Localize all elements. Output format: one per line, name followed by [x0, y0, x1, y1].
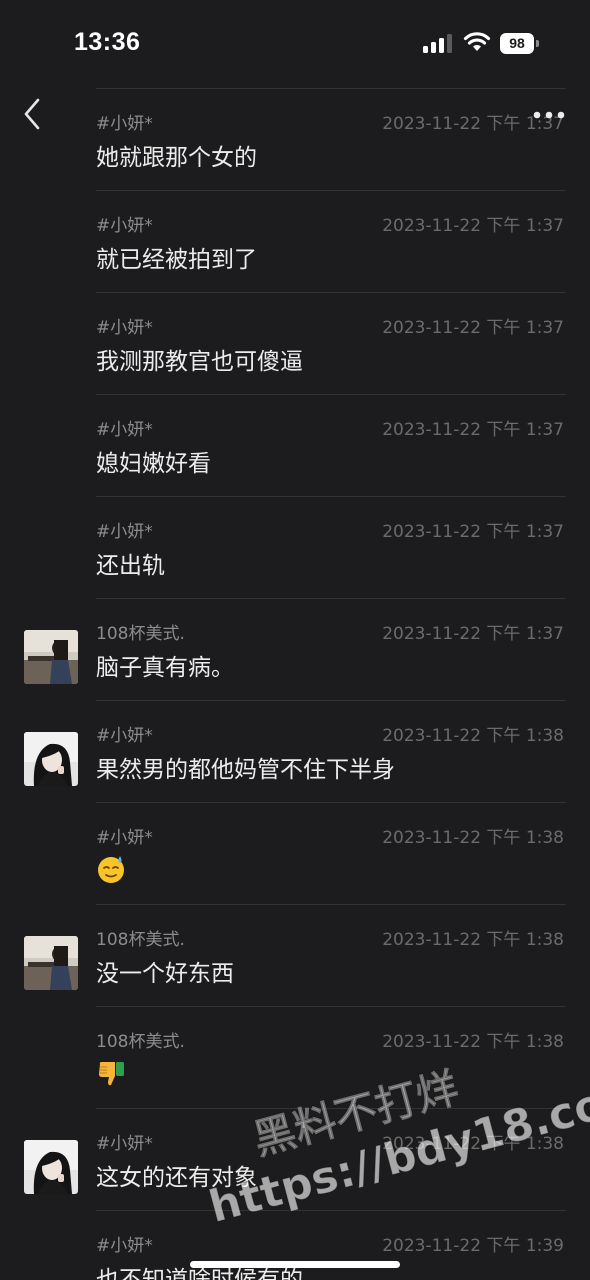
message-row[interactable]: 108杯美式. 2023-11-22 下午 1:37 脑子真有病。	[0, 598, 590, 700]
sender-name: #小妍*	[96, 828, 153, 848]
message-timestamp: 2023-11-22 下午 1:37	[382, 216, 564, 236]
sender-name: #小妍*	[96, 1134, 153, 1154]
message-row[interactable]: #小妍* 2023-11-22 下午 1:38 这女的还有对象	[0, 1108, 590, 1210]
message-divider	[96, 292, 566, 293]
message-timestamp: 2023-11-22 下午 1:37	[382, 624, 564, 644]
sender-name: 108杯美式.	[96, 624, 185, 644]
message-timestamp: 2023-11-22 下午 1:39	[382, 1236, 564, 1256]
message-text: 她就跟那个女的	[96, 145, 257, 171]
message-row[interactable]: #小妍* 2023-11-22 下午 1:37 就已经被拍到了	[0, 190, 590, 292]
message-divider	[96, 802, 566, 803]
message-text: 脑子真有病。	[96, 655, 234, 681]
wifi-icon	[463, 32, 491, 51]
battery-tip	[536, 40, 539, 47]
message-row[interactable]: #小妍* 2023-11-22 下午 1:37 她就跟那个女的	[0, 88, 590, 190]
status-bar: 13:36 98	[0, 0, 590, 88]
message-row[interactable]: #小妍* 2023-11-22 下午 1:39 也不知道啥时候有的	[0, 1210, 590, 1280]
sender-name: #小妍*	[96, 726, 153, 746]
battery-indicator: 98	[500, 33, 540, 54]
battery-level: 98	[509, 35, 525, 51]
message-divider	[96, 496, 566, 497]
message-timestamp: 2023-11-22 下午 1:38	[382, 930, 564, 950]
message-timestamp: 2023-11-22 下午 1:38	[382, 726, 564, 746]
message-timestamp: 2023-11-22 下午 1:38	[382, 828, 564, 848]
chat-history-screen: 13:36 98 #小妍* 2023-11-22 下午 1:37 她就跟那个女的 #小…	[0, 0, 590, 1280]
avatar[interactable]	[24, 936, 78, 990]
message-divider	[96, 598, 566, 599]
sender-name: #小妍*	[96, 216, 153, 236]
message-timestamp: 2023-11-22 下午 1:37	[382, 522, 564, 542]
sender-name: #小妍*	[96, 522, 153, 542]
message-row[interactable]: #小妍* 2023-11-22 下午 1:38 果然男的都他妈管不住下半身	[0, 700, 590, 802]
message-divider	[96, 88, 566, 89]
message-divider	[96, 1210, 566, 1211]
sender-name: 108杯美式.	[96, 1032, 185, 1052]
message-text: 没一个好东西	[96, 961, 234, 987]
cellular-signal-icon	[423, 34, 452, 53]
message-divider	[96, 904, 566, 905]
ellipsis-icon[interactable]	[532, 108, 566, 122]
message-timestamp: 2023-11-22 下午 1:37	[382, 318, 564, 338]
message-row[interactable]: #小妍* 2023-11-22 下午 1:37 还出轨	[0, 496, 590, 598]
message-text: 就已经被拍到了	[96, 247, 257, 273]
message-row[interactable]: #小妍* 2023-11-22 下午 1:37 我测那教官也可傻逼	[0, 292, 590, 394]
message-divider	[96, 1108, 566, 1109]
message-timestamp: 2023-11-22 下午 1:38	[382, 1134, 564, 1154]
message-text: 我测那教官也可傻逼	[96, 349, 303, 375]
message-text: 媳妇嫩好看	[96, 451, 211, 477]
message-row[interactable]: 108杯美式. 2023-11-22 下午 1:38	[0, 1006, 590, 1108]
sender-name: #小妍*	[96, 114, 153, 134]
avatar[interactable]	[24, 630, 78, 684]
chevron-left-icon[interactable]	[18, 96, 48, 132]
message-timestamp: 2023-11-22 下午 1:38	[382, 1032, 564, 1052]
sender-name: #小妍*	[96, 1236, 153, 1256]
thumbs-down-icon	[96, 1058, 126, 1088]
message-list[interactable]: #小妍* 2023-11-22 下午 1:37 她就跟那个女的 #小妍* 2023-11…	[0, 88, 590, 1280]
sweat-smile-icon	[96, 854, 126, 884]
home-indicator[interactable]	[190, 1261, 400, 1268]
message-row[interactable]: #小妍* 2023-11-22 下午 1:37 媳妇嫩好看	[0, 394, 590, 496]
status-time: 13:36	[74, 28, 141, 56]
message-text: 还出轨	[96, 553, 165, 579]
avatar[interactable]	[24, 732, 78, 786]
message-divider	[96, 1006, 566, 1007]
sender-name: #小妍*	[96, 420, 153, 440]
message-row[interactable]: 108杯美式. 2023-11-22 下午 1:38 没一个好东西	[0, 904, 590, 1006]
message-timestamp: 2023-11-22 下午 1:37	[382, 420, 564, 440]
message-divider	[96, 700, 566, 701]
message-divider	[96, 394, 566, 395]
message-text: 这女的还有对象	[96, 1165, 257, 1191]
message-divider	[96, 190, 566, 191]
message-text: 果然男的都他妈管不住下半身	[96, 757, 395, 783]
sender-name: #小妍*	[96, 318, 153, 338]
message-row[interactable]: #小妍* 2023-11-22 下午 1:38	[0, 802, 590, 904]
sender-name: 108杯美式.	[96, 930, 185, 950]
avatar[interactable]	[24, 1140, 78, 1194]
